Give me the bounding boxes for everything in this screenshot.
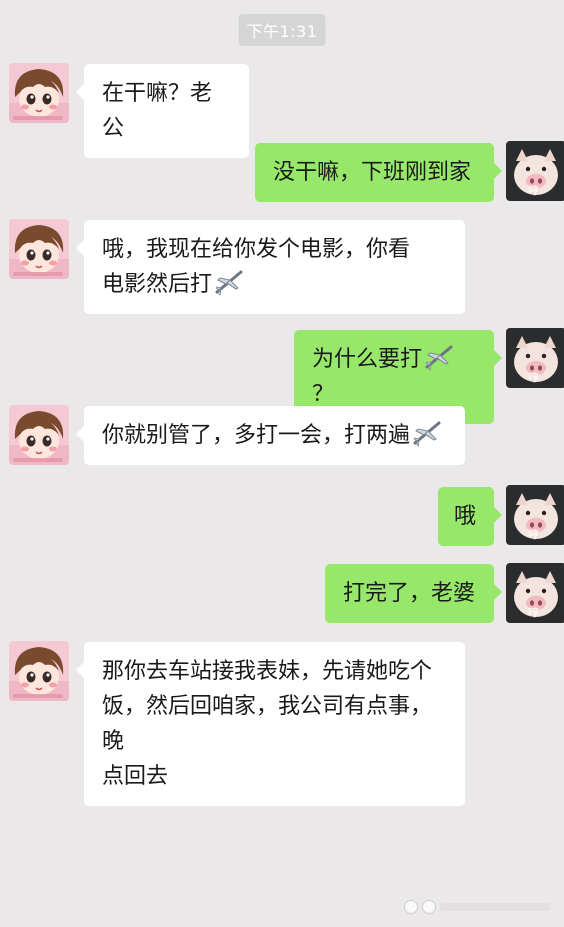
girl-avatar[interactable] [9,405,69,465]
timestamp: 下午1:31 [238,14,326,46]
pig-avatar[interactable]: 哼 [506,563,564,623]
outgoing-bubble[interactable]: 哦 [438,487,502,546]
avatar-caption: 哼 [528,606,539,619]
outgoing-bubble[interactable]: 没干嘛，下班刚到家 [255,143,502,202]
message-text: 你就别管了，多打一会，打两遍 [102,423,411,448]
incoming-bubble[interactable]: 哦，我现在给你发个电影，你看 电影然后打 [76,220,465,314]
incoming-bubble[interactable]: 那你去车站接我表妹，先请她吃个 饭，然后回咱家，我公司有点事，晚 点回去 [76,642,465,806]
message-text: 在干嘛？老公 [102,81,213,141]
message-text: 为什么要打 [312,347,423,372]
avatar-caption: 哼 [528,371,539,384]
airplane-emoji [412,419,442,447]
pig-avatar[interactable]: 哼 [506,485,564,545]
message-line: 电影然后打 [102,272,213,297]
incoming-bubble[interactable]: 你就别管了，多打一会，打两遍 [76,406,465,465]
avatar-caption: 哼 [528,528,539,541]
message-line: 那你去车站接我表妹，先请她吃个 [102,659,433,684]
avatar-caption: 哼 [528,184,539,197]
chat-window: 下午1:31 在干嘛？老公 哼 没干嘛，下班刚到家 哦，我现在给你发个电影，你看… [0,0,564,927]
girl-avatar[interactable] [9,63,69,123]
message-text: 没干嘛，下班刚到家 [273,160,472,185]
message-suffix: ？ [312,382,335,407]
airplane-emoji [424,343,454,371]
message-line: 点回去 [102,764,169,789]
airplane-emoji [214,268,244,296]
watermark-bar [440,903,550,911]
girl-avatar[interactable] [9,219,69,279]
watermark-icon [404,900,418,914]
watermark [404,900,550,914]
message-text: 打完了，老婆 [343,581,476,606]
message-text: 哦 [454,504,477,529]
incoming-bubble[interactable]: 在干嘛？老公 [76,64,249,158]
message-line: 饭，然后回咱家，我公司有点事，晚 [102,694,433,754]
outgoing-bubble[interactable]: 打完了，老婆 [325,564,502,623]
message-line: 哦，我现在给你发个电影，你看 [102,237,411,262]
watermark-icon [422,900,436,914]
pig-avatar[interactable]: 哼 [506,328,564,388]
girl-avatar[interactable] [9,641,69,701]
pig-avatar[interactable]: 哼 [506,141,564,201]
